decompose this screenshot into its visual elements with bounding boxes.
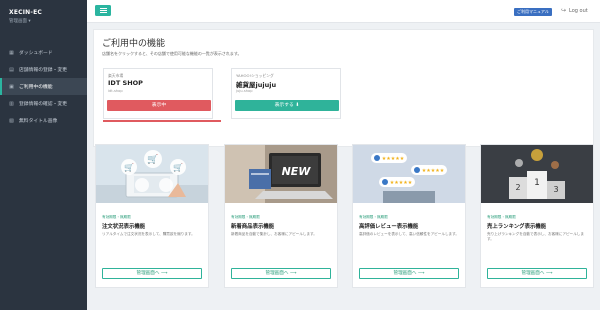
feature-image-ranking-podium: 2 1 3	[481, 145, 593, 203]
feature-card-new-arrivals: NEW 有効期限・無期限 新着商品表示機能 新着商品を自動で集計し、お客様にアピ…	[224, 144, 338, 288]
feature-title: 高評価レビュー表示機能	[359, 224, 419, 230]
feature-image-new-laptop: NEW	[225, 145, 337, 203]
shop-id: idt-shop	[108, 89, 123, 93]
rank-1-label: 1	[534, 178, 540, 188]
features-icon: ▣	[9, 83, 14, 90]
page-description: 店舗名をクリックすると、その店舗で使用可能な機能の一覧が表示されます。	[102, 51, 242, 56]
rank-3-label: 3	[553, 185, 558, 194]
logout-label: Log out	[569, 7, 588, 14]
sidebar-item-features-in-use[interactable]: ▣ ご利用中の機能	[0, 78, 87, 95]
feature-description: リアルタイムで注文状況を表示して、購買欲を煽ります。	[102, 232, 195, 236]
admin-button[interactable]: 管理画面へ ⟶	[231, 268, 331, 279]
sidebar-item-dashboard[interactable]: ▦ ダッシュボード	[0, 44, 87, 61]
feature-title: 売上ランキング表示機能	[487, 224, 547, 230]
shop-name: IDT SHOP	[108, 79, 143, 87]
shop-card-yahoo[interactable]: YAHOO!ショッピング 雑貨屋jujuju juju-shop 表示する ⬇	[231, 68, 341, 119]
shop-card-rakuten[interactable]: 楽天市場 IDT SHOP idt-shop 表示中	[103, 68, 213, 119]
admin-button[interactable]: 管理画面へ ⟶	[487, 268, 587, 279]
feature-tag: 有効期限・無期限	[487, 215, 516, 219]
feature-image-reviews: ★★★★★ ★★★★★ ★★★★★	[353, 145, 465, 203]
svg-text:🛒: 🛒	[124, 162, 134, 172]
sidebar-item-registration[interactable]: ▥ 登録情報の確認・変更	[0, 95, 87, 112]
sidebar-item-label: 無料タイトル画像	[19, 119, 58, 124]
image-icon: ▧	[9, 117, 14, 124]
top-bar: ご利用マニュアル ↪ Log out	[87, 0, 600, 23]
sidebar-item-label: 登録情報の確認・変更	[19, 102, 67, 107]
sidebar-item-label: 店舗情報の登録・変更	[19, 68, 67, 73]
new-image-text: NEW	[282, 165, 312, 178]
active-shop-indicator	[103, 120, 221, 122]
registration-icon: ▥	[9, 100, 14, 107]
hamburger-icon	[99, 8, 107, 13]
svg-text:🛒: 🛒	[173, 162, 183, 172]
main-content: ご利用中の機能 店舗名をクリックすると、その店舗で使用可能な機能の一覧が表示され…	[87, 23, 600, 310]
sidebar-item-label: ご利用中の機能	[19, 85, 53, 90]
sidebar-item-store-info[interactable]: ▤ 店舗情報の登録・変更	[0, 61, 87, 78]
feature-title: 新着商品表示機能	[231, 224, 275, 230]
shop-id: juju-shop	[236, 89, 253, 93]
brand: XECIN-EC 管理画面 ▾	[0, 0, 87, 30]
dashboard-icon: ▦	[9, 49, 14, 56]
sidebar-item-free-title-images[interactable]: ▧ 無料タイトル画像	[0, 112, 87, 129]
brand-title: XECIN-EC	[9, 9, 42, 16]
feature-description: 高評価のレビューを表示して、高い信頼性をアピールします。	[359, 232, 459, 236]
sidebar-item-label: ダッシュボード	[19, 51, 53, 56]
sidebar: XECIN-EC 管理画面 ▾ ▦ ダッシュボード ▤ 店舗情報の登録・変更 ▣…	[0, 0, 87, 310]
logout-icon: ↪	[561, 7, 567, 14]
manual-button[interactable]: ご利用マニュアル	[514, 8, 552, 16]
svg-text:🛒: 🛒	[147, 153, 158, 165]
svg-text:★★★★★: ★★★★★	[390, 180, 413, 186]
shop-name: 雑貨屋jujuju	[236, 81, 277, 89]
feature-description: 売り上げランキングを自動で表示し、お客様にアピールします。	[487, 232, 584, 241]
feature-title: 注文状況表示機能	[102, 224, 146, 230]
page-title: ご利用中の機能	[102, 39, 166, 49]
feature-card-high-reviews: ★★★★★ ★★★★★ ★★★★★ 有効期限・無期限 高評価レビュー表示機能 高…	[352, 144, 466, 288]
rank-2-label: 2	[515, 183, 520, 192]
admin-button[interactable]: 管理画面へ ⟶	[102, 268, 202, 279]
feature-description: 新着商品を自動で集計し、お客様にアピールします。	[231, 232, 317, 236]
feature-tag: 有効期限・無期限	[231, 215, 260, 219]
showing-button[interactable]: 表示中	[107, 100, 211, 111]
feature-image-shopping-carts: 🛒 🛒 🛒	[96, 145, 208, 203]
svg-text:★★★★★: ★★★★★	[422, 168, 445, 174]
features-panel: ご利用中の機能 店舗名をクリックすると、その店舗で使用可能な機能の一覧が表示され…	[93, 29, 594, 147]
feature-card-sales-ranking: 2 1 3 有効期限・無期限 売上ランキング表示機能 売り上げランキングを自動で…	[480, 144, 594, 288]
feature-tag: 有効期限・無期限	[102, 215, 131, 219]
menu-toggle-button[interactable]	[95, 5, 111, 16]
admin-button[interactable]: 管理画面へ ⟶	[359, 268, 459, 279]
sidebar-nav: ▦ ダッシュボード ▤ 店舗情報の登録・変更 ▣ ご利用中の機能 ▥ 登録情報の…	[0, 44, 87, 129]
feature-tag: 有効期限・無期限	[359, 215, 388, 219]
feature-card-order-status: 🛒 🛒 🛒 有効期限・無期限 注文状況表示機能 リアルタイムで注文状況を表示して…	[95, 144, 209, 288]
brand-subtitle-dropdown[interactable]: 管理画面 ▾	[9, 18, 81, 24]
show-button[interactable]: 表示する ⬇	[235, 100, 339, 111]
logout-link[interactable]: ↪ Log out	[561, 7, 588, 14]
store-icon: ▤	[9, 66, 14, 73]
svg-text:★★★★★: ★★★★★	[382, 156, 405, 162]
